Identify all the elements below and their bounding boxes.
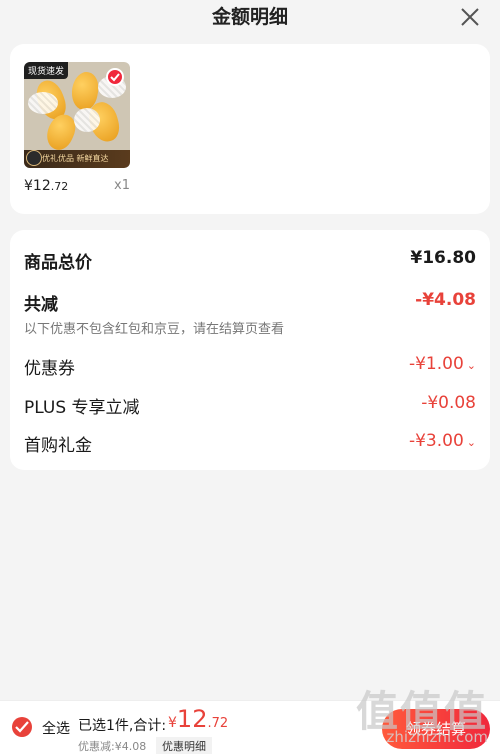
select-all-label[interactable]: 全选 [42, 718, 70, 738]
discount-amount: 优惠减:¥4.08 [78, 740, 147, 753]
select-all-check-icon[interactable] [12, 717, 32, 737]
first-purchase-value: -¥3.00 [408, 431, 464, 451]
product-quantity: x1 [114, 178, 130, 193]
header: 金额明细 [0, 0, 500, 36]
discount-detail-link[interactable]: 优惠明细 [156, 737, 212, 754]
total-amount: ¥12.72 [168, 705, 229, 733]
product-price: ¥12.72 [24, 178, 69, 194]
chevron-down-icon: ⌄ [466, 436, 476, 449]
product-tag: 现货速发 [24, 62, 69, 79]
product-image[interactable]: 现货速发 优礼优品 新鲜直达 [24, 62, 130, 168]
coupon-value: -¥1.00 [408, 354, 464, 374]
checkout-button[interactable]: 领券结算 [382, 709, 490, 749]
total-price-label: 商品总价 [24, 253, 92, 273]
total-price-value: ¥16.80 [410, 248, 476, 268]
product-card: 现货速发 优礼优品 新鲜直达 ¥12.72 x1 [10, 44, 490, 214]
bottom-bar: 全选 已选1件,合计: ¥12.72 优惠减:¥4.08 优惠明细 领券结算 [0, 700, 500, 754]
total-discount-value: -¥4.08 [415, 290, 476, 310]
price-breakdown-card: 商品总价 ¥16.80 共减 -¥4.08 以下优惠不包含红包和京豆，请在结算页… [10, 230, 490, 470]
close-icon[interactable] [458, 5, 482, 29]
page-title: 金额明细 [211, 6, 288, 28]
brand-seal-icon [26, 150, 42, 166]
product-selected-check-icon[interactable] [106, 68, 124, 86]
selection-summary: 已选1件,合计: [78, 718, 167, 734]
discount-note: 以下优惠不包含红包和京豆，请在结算页查看 [24, 322, 285, 337]
plus-discount-value: -¥0.08 [421, 393, 476, 413]
total-discount-label: 共减 [24, 295, 58, 315]
chevron-down-icon: ⌄ [466, 359, 476, 372]
